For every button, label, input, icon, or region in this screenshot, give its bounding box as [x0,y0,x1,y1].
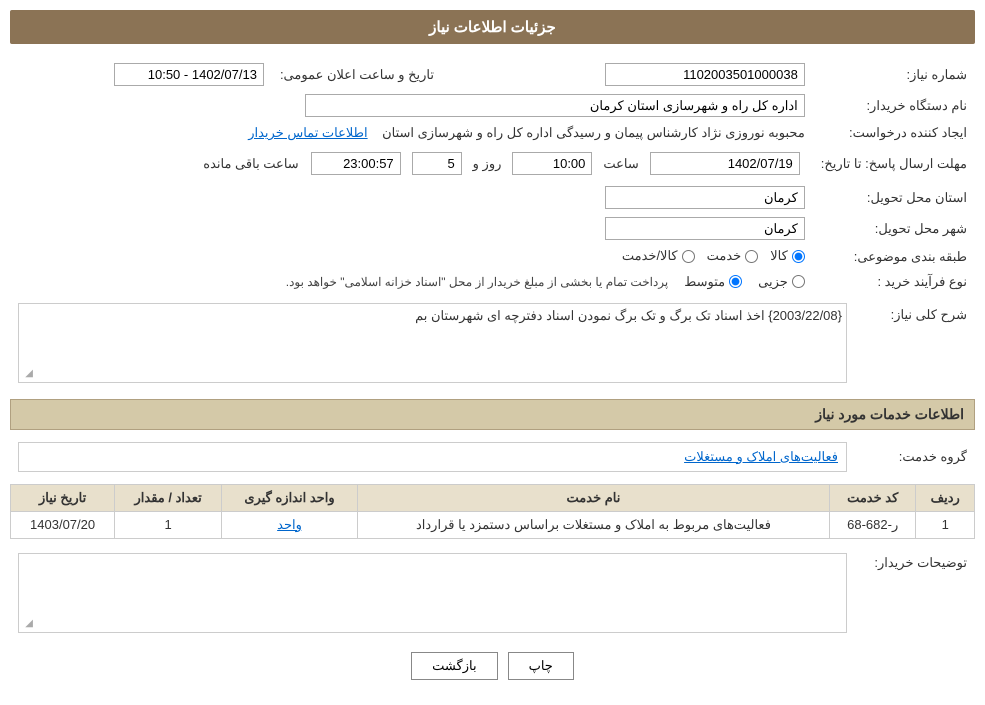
ettelaat-tamas-link[interactable]: اطلاعات تماس خریدار [248,125,367,140]
col-name: نام خدمت [358,484,830,511]
radio-kala-khadamat[interactable] [682,250,695,263]
payment-note: پرداخت تمام یا بخشی از مبلغ خریدار از مح… [286,275,669,289]
ostan-tahvil-input [605,186,805,209]
radio-kala[interactable] [792,250,805,263]
tabaghebandi-label: طبقه بندی موضوعی: [813,244,975,270]
baqi-mande-input [311,152,401,175]
cell-tedad: 1 [115,511,222,538]
col-tedad: تعداد / مقدار [115,484,222,511]
name-dastgah-label: نام دستگاه خریدار: [813,90,975,121]
cell-tarikh: 1403/07/20 [11,511,115,538]
ijad-konande-text: محبوبه نوروزی نژاد کارشناس پیمان و رسیدگ… [382,125,805,140]
name-dastgah-value [10,90,813,121]
cell-name: فعالیت‌های مربوط به املاک و مستغلات براس… [358,511,830,538]
services-table: ردیف کد خدمت نام خدمت واحد اندازه گیری ت… [10,484,975,539]
ostan-tahvil-label: استان محل تحویل: [813,182,975,213]
col-vahed: واحد اندازه گیری [222,484,358,511]
back-button[interactable]: بازگشت [411,652,497,680]
nooe-farayand-label: نوع فرآیند خرید : [813,270,975,294]
radio-khadamat-label: خدمت [707,248,742,264]
tozihat-container: ◢ [18,553,847,633]
mohlat-ersal-label: مهلت ارسال پاسخ: تا تاریخ: [813,145,975,182]
radio-kala-label: کالا [770,248,788,264]
radio-motavaset-label: متوسط [684,274,725,290]
tabaghebandi-radio-group: کالا خدمت کالا/خدمت [622,248,805,264]
grohe-khadamat-link[interactable]: فعالیت‌های املاک و مستغلات [684,449,838,464]
saat-value-input [512,152,592,175]
rooz-label: روز و [473,156,502,171]
grohe-khadamat-value: فعالیت‌های املاک و مستغلات [18,442,847,472]
tarikh-elan-input [114,63,264,86]
col-radif: ردیف [916,484,975,511]
section2-title: اطلاعات خدمات مورد نیاز [10,399,975,430]
print-button[interactable]: چاپ [508,652,574,680]
shomara-niaz-input [605,63,805,86]
bottom-buttons: چاپ بازگشت [10,652,975,680]
cell-vahed: واحد [222,511,358,538]
tozihat-label: توضیحات خریدار: [855,549,975,637]
col-tarikh: تاریخ نیاز [11,484,115,511]
resize-handle[interactable]: ◢ [21,368,33,380]
sharh-value: {2003/22/08} اخذ اسناد تک برگ و تک برگ ن… [415,308,842,323]
radio-motavaset[interactable] [729,275,742,288]
col-kod: کد خدمت [829,484,916,511]
vahed-link[interactable]: واحد [277,517,302,532]
table-row: 1 ر-682-68 فعالیت‌های مربوط به املاک و م… [11,511,975,538]
tozihat-resize-handle[interactable]: ◢ [21,618,33,630]
grohe-khadamat-label: گروه خدمت: [855,438,975,476]
shomara-niaz-label: شماره نیاز: [813,59,975,90]
sharh-label: شرح کلی نیاز: [855,299,975,387]
ijad-konande-value: محبوبه نوروزی نژاد کارشناس پیمان و رسیدگ… [10,121,813,145]
sharh-container: {2003/22/08} اخذ اسناد تک برگ و تک برگ ن… [18,303,847,383]
name-dastgah-input [305,94,805,117]
baqi-mande-label: ساعت باقی مانده [203,156,298,171]
rooz-value-input [412,152,462,175]
radio-khadamat[interactable] [745,250,758,263]
ijad-konande-label: ایجاد کننده درخواست: [813,121,975,145]
radio-kala-khadamat-label: کالا/خدمت [622,248,678,264]
shahr-tahvil-label: شهر محل تحویل: [813,213,975,244]
cell-radif: 1 [916,511,975,538]
saat-label: ساعت [603,156,638,171]
ostan-tahvil-value [10,182,813,213]
radio-jozii-label: جزیی [758,274,788,290]
shahr-tahvil-value [10,213,813,244]
tarikh-pasokh-input [650,152,800,175]
tarikh-elan-value [10,59,272,90]
page-title: جزئیات اطلاعات نیاز [10,10,975,44]
shahr-tahvil-input [605,217,805,240]
shomara-niaz-value [472,59,813,90]
cell-kod: ر-682-68 [829,511,916,538]
tarikh-elan-label: تاریخ و ساعت اعلان عمومی: [272,59,442,90]
radio-jozii[interactable] [792,275,805,288]
